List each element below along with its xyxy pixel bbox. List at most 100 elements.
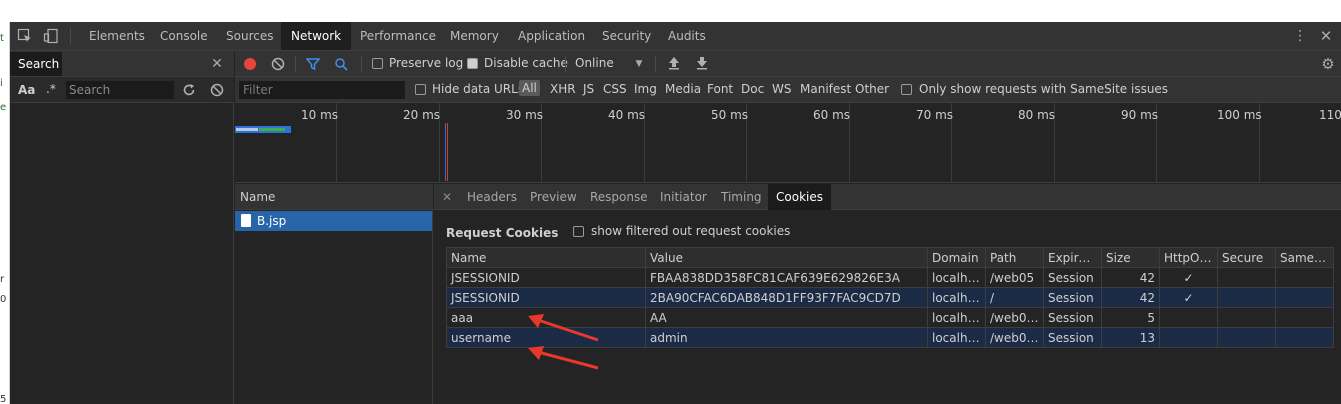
column-header-expires[interactable]: Expires... bbox=[1043, 247, 1102, 268]
show-filtered-label: show filtered out request cookies bbox=[591, 224, 791, 238]
timeline-tick: 20 ms bbox=[403, 108, 441, 122]
page-background-left: t i e r 0 5 bbox=[0, 22, 10, 404]
import-har-icon[interactable] bbox=[666, 55, 682, 71]
close-detail-icon[interactable]: ✕ bbox=[440, 188, 454, 206]
samesite-checkbox[interactable] bbox=[901, 84, 912, 95]
type-filter-ws[interactable]: WS bbox=[772, 82, 791, 96]
column-header-size[interactable]: Size bbox=[1101, 247, 1160, 268]
requests-list: Name B.jsp bbox=[235, 184, 433, 404]
clear-icon[interactable] bbox=[208, 81, 226, 99]
column-header-domain[interactable]: Domain bbox=[927, 247, 986, 268]
devtools-tabbar: Elements Console Sources Network Perform… bbox=[10, 22, 1341, 51]
document-icon bbox=[241, 214, 251, 227]
column-header-value[interactable]: Value bbox=[645, 247, 928, 268]
tab-elements[interactable]: Elements bbox=[79, 22, 155, 50]
tab-application[interactable]: Application bbox=[508, 22, 595, 50]
type-filter-xhr[interactable]: XHR bbox=[550, 82, 576, 96]
type-filter-font[interactable]: Font bbox=[707, 82, 733, 96]
close-search-icon[interactable]: ✕ bbox=[208, 55, 226, 73]
load-event-marker bbox=[447, 123, 448, 181]
type-filter-img[interactable]: Img bbox=[634, 82, 657, 96]
table-row[interactable]: JSESSIONID 2BA90CFAC6DAB848D1FF93F7FAC9C… bbox=[446, 287, 1334, 308]
preserve-log-checkbox[interactable] bbox=[372, 58, 383, 69]
cookie-secure bbox=[1217, 287, 1276, 308]
cookie-path: /web05... bbox=[985, 307, 1044, 328]
cookie-value: admin bbox=[645, 327, 928, 348]
tab-cookies[interactable]: Cookies bbox=[768, 184, 831, 210]
tab-audits[interactable]: Audits bbox=[658, 22, 716, 50]
column-header-secure[interactable]: Secure bbox=[1217, 247, 1276, 268]
clear-log-icon[interactable] bbox=[270, 56, 286, 72]
export-har-icon[interactable] bbox=[694, 55, 710, 71]
timeline-tick: 40 ms bbox=[608, 108, 646, 122]
cookie-secure bbox=[1217, 307, 1276, 328]
cookie-size: 13 bbox=[1101, 327, 1160, 348]
cookie-samesite bbox=[1275, 267, 1334, 288]
timeline-tick: 70 ms bbox=[916, 108, 954, 122]
tab-initiator[interactable]: Initiator bbox=[652, 184, 715, 210]
inspect-element-icon[interactable] bbox=[16, 27, 34, 45]
settings-gear-icon[interactable]: ⚙ bbox=[1319, 55, 1337, 73]
column-header-path[interactable]: Path bbox=[985, 247, 1044, 268]
cookie-path: /web05... bbox=[985, 327, 1044, 348]
search-icon[interactable] bbox=[333, 56, 349, 72]
tab-headers[interactable]: Headers bbox=[459, 184, 525, 210]
filter-icon[interactable] bbox=[305, 56, 321, 72]
tab-security[interactable]: Security bbox=[592, 22, 661, 50]
divider bbox=[655, 56, 656, 72]
column-header-samesite[interactable]: SameSite bbox=[1275, 247, 1334, 268]
tab-console[interactable]: Console bbox=[150, 22, 218, 50]
show-filtered-checkbox[interactable] bbox=[573, 226, 584, 237]
type-filter-other[interactable]: Other bbox=[855, 82, 889, 96]
tab-timing[interactable]: Timing bbox=[713, 184, 770, 210]
cookie-name: JSESSIONID bbox=[446, 287, 646, 308]
type-filter-doc[interactable]: Doc bbox=[741, 82, 764, 96]
regex-button[interactable]: .* bbox=[46, 82, 56, 96]
name-column-header[interactable]: Name bbox=[235, 184, 433, 210]
record-icon[interactable] bbox=[242, 56, 258, 72]
match-case-button[interactable]: Aa bbox=[18, 83, 35, 97]
request-row[interactable]: B.jsp bbox=[235, 211, 432, 231]
timeline-tick: 50 ms bbox=[711, 108, 749, 122]
dropdown-icon[interactable]: ▼ bbox=[633, 57, 645, 71]
cookie-value: AA bbox=[645, 307, 928, 328]
tab-performance[interactable]: Performance bbox=[350, 22, 446, 50]
cookies-panel: Request Cookies show filtered out reques… bbox=[434, 210, 1341, 404]
refresh-icon[interactable] bbox=[180, 81, 198, 99]
cookie-httponly bbox=[1159, 327, 1218, 348]
type-filter-media[interactable]: Media bbox=[665, 82, 701, 96]
tab-response[interactable]: Response bbox=[582, 184, 656, 210]
request-name: B.jsp bbox=[257, 214, 287, 228]
type-filter-all[interactable]: All bbox=[519, 80, 540, 96]
close-devtools-icon[interactable]: ✕ bbox=[1317, 27, 1335, 45]
cookie-expires: Session bbox=[1043, 307, 1102, 328]
cookie-path: /web05 bbox=[985, 267, 1044, 288]
timeline-overview[interactable]: 10 ms 20 ms 30 ms 40 ms 50 ms 60 ms 70 m… bbox=[235, 103, 1341, 183]
cookie-domain: localhost bbox=[927, 267, 986, 288]
timeline-tick: 110 bbox=[1319, 108, 1341, 122]
cookie-httponly bbox=[1159, 307, 1218, 328]
type-filter-css[interactable]: CSS bbox=[603, 82, 627, 96]
column-header-name[interactable]: Name bbox=[446, 247, 646, 268]
throttle-select[interactable]: Online bbox=[575, 56, 614, 70]
cookie-size: 5 bbox=[1101, 307, 1160, 328]
cookie-httponly: ✓ bbox=[1159, 267, 1218, 288]
device-toolbar-icon[interactable] bbox=[42, 27, 60, 45]
search-pane-title[interactable]: Search bbox=[10, 52, 62, 76]
more-options-icon[interactable]: ⋮ bbox=[1292, 27, 1308, 45]
search-input[interactable]: Search bbox=[66, 81, 174, 99]
cookie-secure bbox=[1217, 327, 1276, 348]
type-filter-js[interactable]: JS bbox=[583, 82, 594, 96]
tab-sources[interactable]: Sources bbox=[216, 22, 283, 50]
table-row[interactable]: JSESSIONID FBAA838DD358FC81CAF639E629826… bbox=[446, 267, 1334, 288]
filter-input[interactable]: Filter bbox=[239, 81, 405, 99]
disable-cache-checkbox[interactable] bbox=[467, 58, 478, 69]
tab-preview[interactable]: Preview bbox=[522, 184, 585, 210]
tab-memory[interactable]: Memory bbox=[440, 22, 509, 50]
disable-cache-label: Disable cache bbox=[484, 56, 568, 70]
column-header-httponly[interactable]: HttpOnly bbox=[1159, 247, 1218, 268]
cookie-samesite bbox=[1275, 287, 1334, 308]
type-filter-manifest[interactable]: Manifest bbox=[800, 82, 851, 96]
tab-network[interactable]: Network bbox=[281, 22, 352, 50]
hide-data-urls-checkbox[interactable] bbox=[415, 84, 426, 95]
